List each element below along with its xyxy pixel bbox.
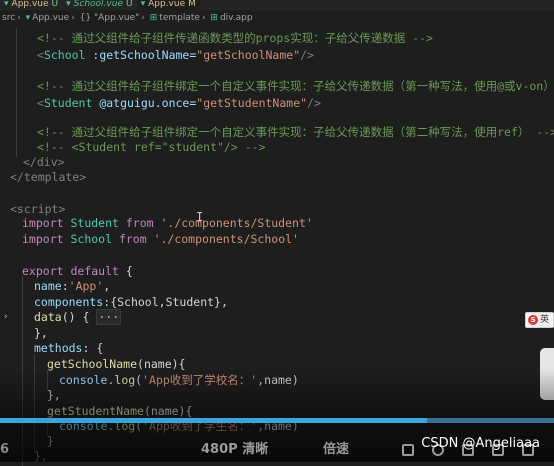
sogou-icon: S [528, 315, 538, 325]
breadcrumb-item-file[interactable]: App.vue [32, 13, 69, 23]
vue-file-icon: ▾ [66, 0, 71, 9]
breadcrumb: src › ▾ App.vue › {} "App.vue" › ⊞ template › … [0, 11, 554, 25]
chevron-right-icon[interactable]: › [3, 311, 8, 323]
quality-button[interactable]: 480P 清晰 [201, 442, 268, 458]
tab-label: App.vue [11, 0, 49, 9]
tab-label: App.vue [148, 0, 186, 9]
tab-badge: U [51, 0, 59, 9]
vue-file-icon: ▾ [140, 0, 146, 9]
code-tag: </template> [10, 170, 87, 184]
chevron-right-icon: › [71, 13, 75, 23]
code-editor[interactable]: <!-- 通过父组件给子组件传递函数类型的props实现：子给父传递数据 -->… [0, 28, 554, 466]
video-progress-bar[interactable] [0, 418, 554, 423]
ime-indicator[interactable]: S 英 [525, 312, 554, 328]
element-icon: ⊞ [149, 13, 158, 23]
vue-file-icon: ▾ [25, 13, 31, 23]
chevron-right-icon: › [201, 13, 206, 23]
tab-app-vue-active[interactable]: ▾ App.vue M [136, 0, 200, 10]
breadcrumb-item-module[interactable]: {} "App.vue" [80, 13, 140, 23]
code-line: <School :getSchoolName="getSchoolName"/> [0, 45, 554, 65]
element-icon: ⊞ [210, 13, 218, 23]
time-fragment: 6 [0, 442, 10, 457]
breadcrumb-item-template[interactable]: template [159, 13, 200, 23]
code-line: </template> [0, 167, 554, 187]
tab-school-vue[interactable]: ▾ School.vue U [62, 0, 136, 10]
text-cursor-icon: I [196, 210, 204, 224]
video-progress-fill [0, 418, 427, 423]
speed-button[interactable]: 倍速 [323, 442, 349, 458]
code-line: import School from './components/School' [22, 232, 299, 246]
tab-label: School.vue [73, 0, 123, 9]
subtitle-icon[interactable] [402, 444, 414, 456]
breadcrumb-item-div[interactable]: div.app [220, 13, 253, 23]
ime-mode-label: 英 [540, 315, 550, 325]
editor-tabs: ▾ App.vue U ▾ School.vue U ▾ App.vue M [0, 0, 554, 10]
breadcrumb-item-src[interactable]: src [2, 13, 15, 23]
tab-app-vue[interactable]: ▾ App.vue U [0, 0, 62, 10]
vue-file-icon: ▾ [4, 0, 9, 9]
tab-badge: M [188, 0, 196, 9]
tab-badge: U [125, 0, 133, 9]
side-popup-tab[interactable] [540, 348, 554, 400]
chevron-right-icon: › [17, 13, 21, 23]
chevron-right-icon: › [141, 13, 145, 23]
watermark-text: CSDN @Angeliaaa [421, 436, 540, 451]
